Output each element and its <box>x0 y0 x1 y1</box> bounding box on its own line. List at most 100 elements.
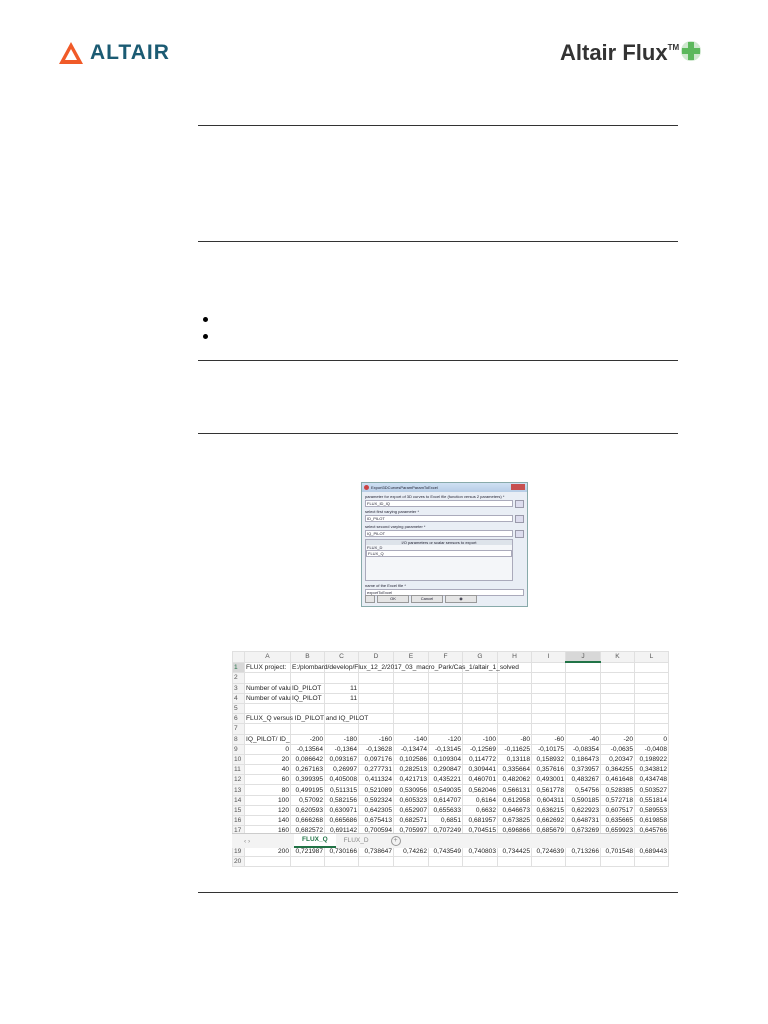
cell[interactable] <box>634 855 669 867</box>
cell[interactable]: 11 <box>324 692 359 704</box>
cell[interactable]: FLUX project: <box>244 661 291 674</box>
cell[interactable]: 0,590185 <box>565 794 601 806</box>
cell[interactable]: -0,13474 <box>393 743 429 755</box>
cell[interactable]: -0,08354 <box>565 743 601 755</box>
row-number[interactable]: 8 <box>232 733 245 745</box>
cell[interactable]: 0,461648 <box>600 774 635 786</box>
cell[interactable]: 0,673825 <box>497 814 532 827</box>
cell[interactable] <box>600 855 635 867</box>
sheet-tab-flux-q[interactable]: FLUX_Q <box>294 834 336 848</box>
cell[interactable]: 0,561778 <box>531 784 566 796</box>
row-number[interactable]: 6 <box>232 713 245 725</box>
param-select[interactable]: FLUX_ID_IQ <box>365 500 513 507</box>
cell[interactable] <box>497 713 532 725</box>
cell[interactable] <box>497 855 532 867</box>
column-header[interactable]: A <box>244 651 291 663</box>
row-number[interactable]: 2 <box>232 672 245 684</box>
cell[interactable] <box>244 855 291 867</box>
row-number[interactable]: 10 <box>232 753 245 766</box>
cell[interactable]: 0,636215 <box>531 804 566 817</box>
cell[interactable]: 0,434748 <box>634 774 669 786</box>
cell[interactable]: 0,483267 <box>565 774 601 786</box>
column-header[interactable]: F <box>428 651 463 663</box>
cell[interactable] <box>462 723 498 735</box>
cell[interactable]: 0,405008 <box>324 774 359 786</box>
cell[interactable]: 0,493001 <box>531 774 566 786</box>
close-button[interactable] <box>511 484 525 490</box>
cell[interactable]: -0,11625 <box>497 743 532 755</box>
cell[interactable] <box>634 702 669 715</box>
cell[interactable]: 0,614707 <box>428 794 463 806</box>
cell[interactable] <box>565 702 601 715</box>
cell[interactable] <box>634 692 669 704</box>
cell[interactable]: 0 <box>634 733 669 745</box>
cell[interactable] <box>565 855 601 867</box>
row-number[interactable]: 13 <box>232 784 245 796</box>
cell[interactable]: 0,655633 <box>428 804 463 817</box>
sheet-nav-arrows[interactable]: ‹ › <box>232 838 294 845</box>
cell[interactable] <box>290 672 325 684</box>
cell[interactable]: 0,364255 <box>600 764 635 776</box>
cell[interactable]: 0,267163 <box>290 764 325 776</box>
cell[interactable] <box>531 672 566 684</box>
cell[interactable]: 0,460701 <box>462 774 498 786</box>
cell[interactable] <box>565 672 601 684</box>
cell[interactable]: 0,589553 <box>634 804 669 817</box>
cell[interactable] <box>393 723 429 735</box>
cell[interactable] <box>497 723 532 735</box>
column-header[interactable]: G <box>462 651 498 663</box>
cell[interactable] <box>462 855 498 867</box>
cell[interactable] <box>428 723 463 735</box>
cell[interactable]: -0,10175 <box>531 743 566 755</box>
cell[interactable] <box>531 713 566 725</box>
cell[interactable] <box>634 682 669 694</box>
cell[interactable]: 0,635665 <box>600 814 635 827</box>
row-number[interactable]: 11 <box>232 764 245 776</box>
cell[interactable] <box>634 723 669 735</box>
cell[interactable]: 0,682571 <box>393 814 429 827</box>
cell[interactable] <box>531 692 566 704</box>
cell[interactable]: 40 <box>244 764 291 776</box>
cell[interactable]: 0,530956 <box>393 784 429 796</box>
cell[interactable]: E:/plombard/develop/Flux_12_2/2017_03_ma… <box>290 661 519 674</box>
column-header[interactable]: J <box>565 651 601 664</box>
cell[interactable]: 0,399395 <box>290 774 325 786</box>
cell[interactable]: 0,662692 <box>531 814 566 827</box>
cell[interactable]: 0,373957 <box>565 764 601 776</box>
cell[interactable]: 0,551814 <box>634 794 669 806</box>
cell[interactable]: 140 <box>244 814 291 827</box>
cell[interactable] <box>600 672 635 684</box>
select-all-corner[interactable] <box>232 651 245 663</box>
cell[interactable]: 0,435221 <box>428 774 463 786</box>
cell[interactable] <box>428 713 463 725</box>
cell[interactable]: FLUX_Q versus ID_PILOT and IQ_PILOT <box>244 713 368 725</box>
cell[interactable]: 120 <box>244 804 291 817</box>
cell[interactable]: 0 <box>244 743 291 755</box>
cell[interactable]: 0,421713 <box>393 774 429 786</box>
cell[interactable]: -80 <box>497 733 532 745</box>
cell[interactable]: 0,511315 <box>324 784 359 796</box>
cell[interactable]: 0,528385 <box>600 784 635 796</box>
cell[interactable]: -0,0635 <box>600 743 635 755</box>
cell[interactable]: 60 <box>244 774 291 786</box>
cell[interactable]: 11 <box>324 682 359 694</box>
cell[interactable]: 0,499195 <box>290 784 325 796</box>
cell[interactable] <box>358 672 394 684</box>
cell[interactable] <box>244 702 291 715</box>
cell[interactable] <box>428 692 463 704</box>
cell[interactable] <box>497 682 532 694</box>
cell[interactable]: 0,566131 <box>497 784 532 796</box>
cell[interactable] <box>393 682 429 694</box>
cell[interactable]: 0,605323 <box>393 794 429 806</box>
row-number[interactable]: 14 <box>232 794 245 806</box>
cell[interactable] <box>324 855 359 867</box>
cell[interactable]: 0,20347 <box>600 753 635 766</box>
cell[interactable] <box>358 692 394 704</box>
cell[interactable]: -40 <box>565 733 601 745</box>
cell[interactable]: 0,277731 <box>358 764 394 776</box>
row-number[interactable]: 1 <box>232 661 245 674</box>
io-item-select[interactable]: FLUX_Q <box>366 550 512 557</box>
cell[interactable]: 0,648731 <box>565 814 601 827</box>
cell[interactable] <box>462 702 498 715</box>
column-header[interactable]: L <box>634 651 669 663</box>
